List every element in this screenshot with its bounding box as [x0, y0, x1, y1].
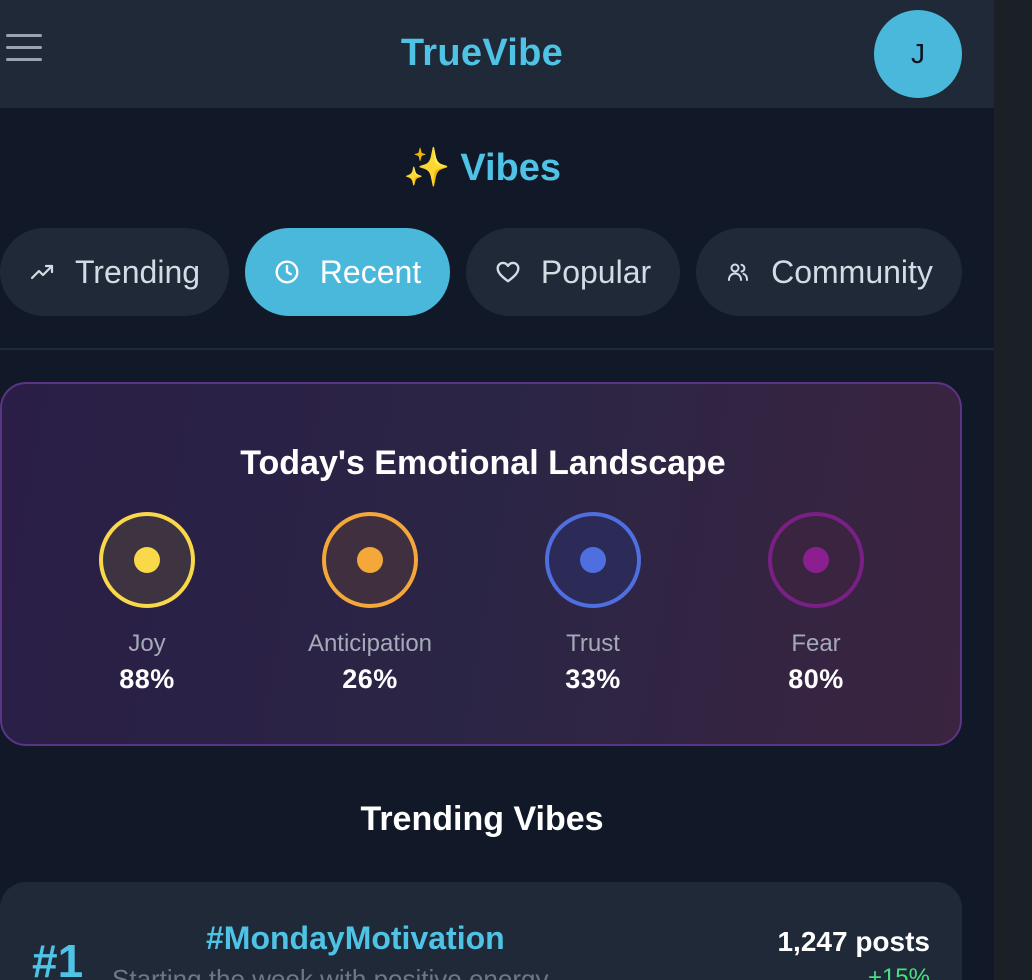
- heart-icon: [495, 259, 521, 285]
- tab-label: Trending: [74, 253, 201, 290]
- emotion-ring: [99, 512, 195, 608]
- emotion-trust[interactable]: Trust 33%: [493, 512, 693, 695]
- trend-hashtag[interactable]: #MondayMotivation: [206, 920, 505, 957]
- trending-vibes-title: Trending Vibes: [360, 800, 604, 838]
- trend-rank: #1: [32, 935, 84, 980]
- emotion-name: Trust: [566, 630, 620, 657]
- page-title-text: Vibes: [460, 147, 562, 189]
- clock-icon: [274, 259, 300, 285]
- emotion-name: Joy: [128, 630, 166, 657]
- tab-community[interactable]: Community: [696, 228, 962, 316]
- emotional-landscape-title: Today's Emotional Landscape: [240, 444, 726, 482]
- emotion-fear[interactable]: Fear 80%: [716, 512, 916, 695]
- emotion-dot: [803, 547, 829, 573]
- page-title: ✨ Vibes: [0, 146, 964, 190]
- emotion-percent: 33%: [565, 664, 621, 694]
- emotion-dot: [134, 547, 160, 573]
- emotion-dot: [357, 547, 383, 573]
- top-header: TrueVibe J: [0, 0, 994, 108]
- emotion-ring: [768, 512, 864, 608]
- app-root: TrueVibe J ✨ Vibes Trending Recent Popula…: [0, 0, 994, 980]
- trend-description: Starting the week with positive energy: [112, 964, 549, 980]
- emotion-name: Fear: [791, 630, 841, 657]
- emotion-percent: 26%: [342, 664, 398, 694]
- trend-change: +15%: [867, 964, 930, 980]
- emotional-landscape-card: Today's Emotional Landscape Joy 88% Anti…: [0, 382, 962, 746]
- emotion-percent: 88%: [119, 664, 175, 694]
- tab-label: Community: [771, 253, 933, 290]
- app-title: TrueVibe: [400, 32, 564, 74]
- tab-popular[interactable]: Popular: [466, 228, 680, 316]
- emotion-name: Anticipation: [307, 630, 433, 657]
- emotion-ring: [322, 512, 418, 608]
- emotion-dot: [580, 547, 606, 573]
- divider: [0, 348, 994, 350]
- emotion-percent: 80%: [788, 664, 844, 694]
- tab-recent[interactable]: Recent: [245, 228, 450, 316]
- user-avatar[interactable]: J: [874, 10, 962, 98]
- tab-trending[interactable]: Trending: [0, 228, 229, 316]
- tab-label: Recent: [319, 253, 422, 290]
- users-icon: [725, 259, 751, 285]
- emotion-ring: [545, 512, 641, 608]
- sparkles-icon: ✨: [402, 147, 451, 189]
- emotion-joy[interactable]: Joy 88%: [47, 512, 247, 695]
- trending-item[interactable]: #1 #MondayMotivation Starting the week w…: [0, 882, 962, 980]
- emotion-anticipation[interactable]: Anticipation 26%: [270, 512, 470, 695]
- scrollbar-track[interactable]: [994, 0, 1032, 980]
- tab-label: Popular: [540, 253, 652, 290]
- trend-post-count: 1,247 posts: [777, 926, 930, 957]
- trending-up-icon: [29, 259, 55, 285]
